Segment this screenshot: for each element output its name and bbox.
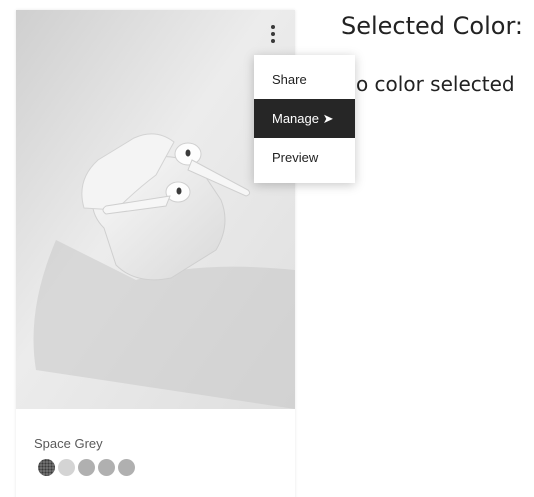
more-options-icon[interactable] [266,22,280,48]
swatch-4[interactable] [98,459,115,476]
menu-item-preview[interactable]: Preview [254,138,355,177]
selected-color-value: No color selected [341,72,515,96]
color-swatches [38,459,135,476]
swatch-2[interactable] [58,459,75,476]
menu-item-share[interactable]: Share [254,60,355,99]
selected-color-heading: Selected Color: [341,12,523,40]
more-dot [271,39,275,43]
swatch-space-grey[interactable] [38,459,55,476]
swatch-3[interactable] [78,459,95,476]
page: Space Grey Selected Color: No color sele… [0,0,534,497]
swatch-5[interactable] [118,459,135,476]
more-dot [271,32,275,36]
more-dot [271,25,275,29]
color-name-label: Space Grey [34,436,103,451]
menu-item-manage[interactable]: Manage ➤ [254,99,355,138]
options-menu: Share Manage ➤ Preview [254,55,355,183]
